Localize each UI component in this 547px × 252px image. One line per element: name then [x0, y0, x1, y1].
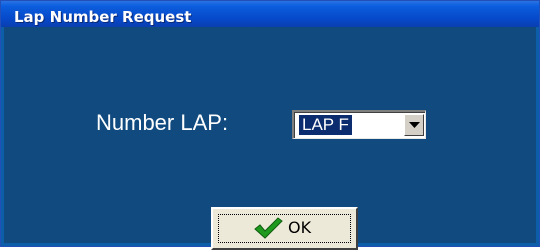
- dialog-title: Lap Number Request: [14, 8, 192, 26]
- number-lap-label: Number LAP:: [96, 110, 229, 135]
- focus-rectangle: [218, 214, 351, 243]
- number-lap-selected-value: LAP F: [299, 115, 352, 135]
- ok-button[interactable]: OK: [211, 207, 358, 250]
- dropdown-arrow-button[interactable]: [404, 114, 424, 136]
- chevron-down-icon: [409, 122, 420, 128]
- number-lap-dropdown[interactable]: LAP F: [292, 110, 426, 139]
- dialog-body: Number LAP: LAP F OK: [4, 27, 536, 250]
- dropdown-field: LAP F: [294, 112, 425, 138]
- title-bar[interactable]: Lap Number Request: [1, 1, 539, 27]
- checkmark-icon: [254, 217, 283, 239]
- ok-button-label: OK: [288, 218, 312, 237]
- lap-number-request-dialog: Lap Number Request Number LAP: LAP F OK: [0, 0, 540, 250]
